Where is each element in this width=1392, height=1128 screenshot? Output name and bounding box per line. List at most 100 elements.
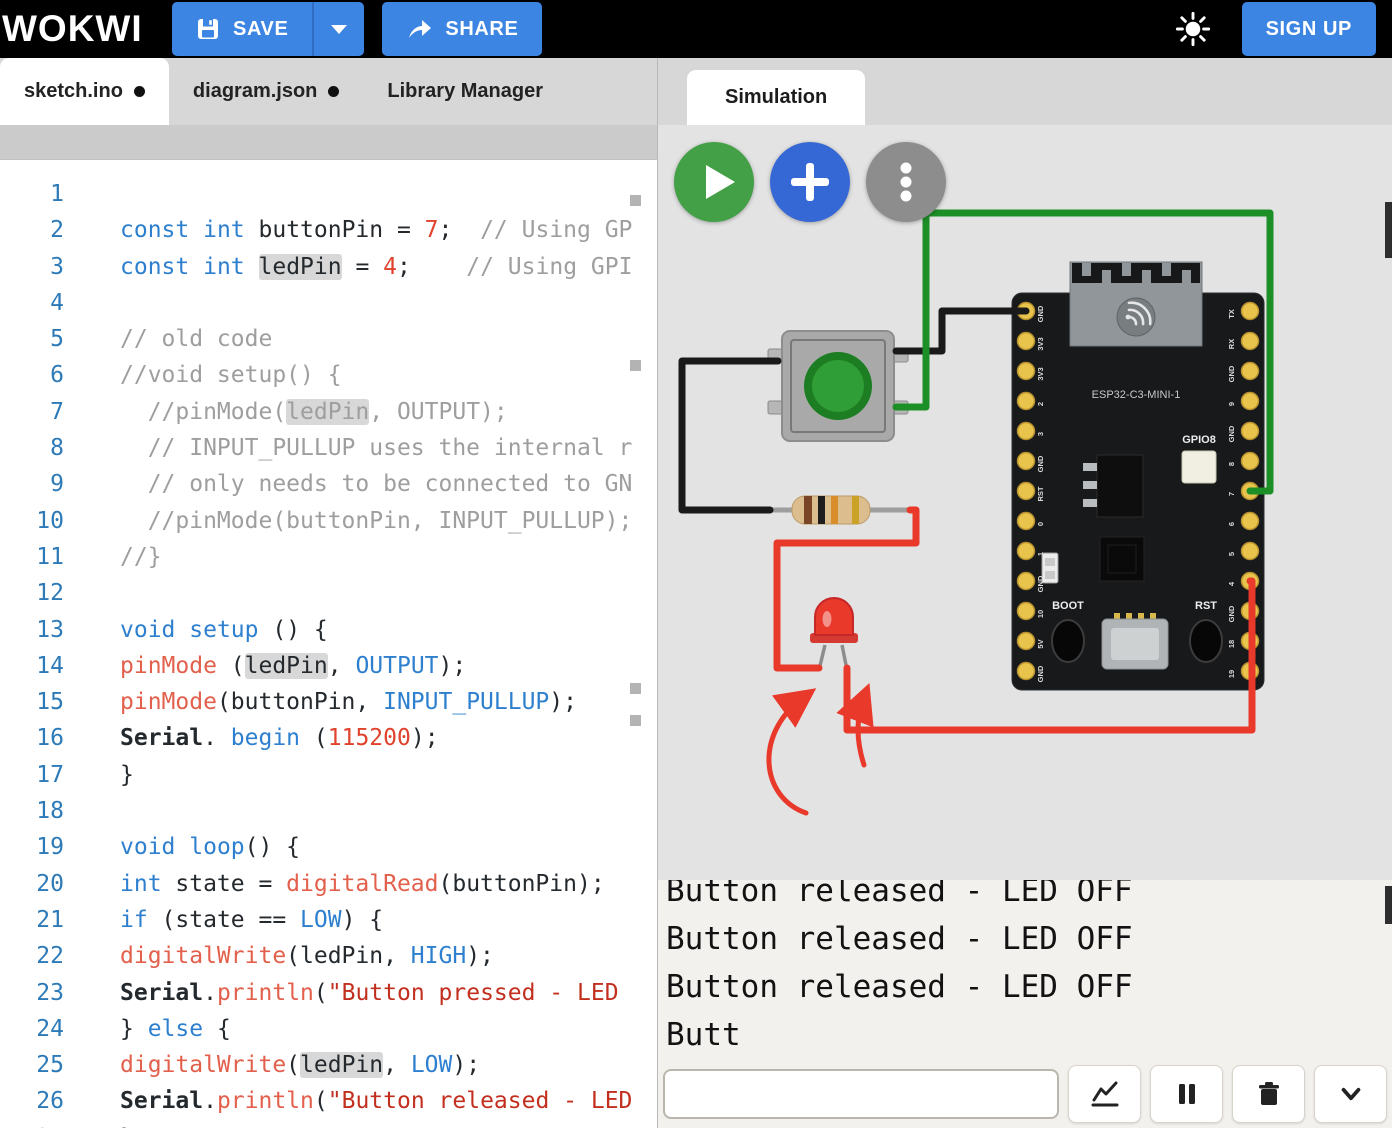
board-pin[interactable]: [1016, 481, 1036, 501]
line-chart-icon: [1091, 1081, 1118, 1107]
board-pin[interactable]: [1016, 661, 1036, 681]
line-number: 13: [36, 616, 64, 643]
code-line[interactable]: //pinMode(ledPin, OUTPUT);: [86, 394, 657, 430]
code-line[interactable]: }: [86, 1120, 657, 1128]
code-editor[interactable]: 1 2 3 4 5 6 7 8 9 10 11 12 13 14 15 16 17 18 19 20 21 22 23 24 2…: [0, 160, 657, 1128]
board-pin[interactable]: [1016, 391, 1036, 411]
code-line[interactable]: void loop() {: [86, 829, 657, 865]
share-button[interactable]: SHARE: [382, 2, 543, 56]
tab-simulation[interactable]: Simulation: [687, 70, 866, 125]
code-line[interactable]: //}: [86, 539, 657, 575]
board-pin[interactable]: [1240, 541, 1260, 561]
code-line[interactable]: if (state == LOW) {: [86, 902, 657, 938]
tab-library-manager[interactable]: Library Manager: [363, 58, 567, 125]
serial-collapse-button[interactable]: [1314, 1065, 1387, 1123]
serial-clear-button[interactable]: [1232, 1065, 1305, 1123]
wire-black-button-resistor[interactable]: [678, 357, 782, 514]
code-line[interactable]: const int ledPin = 4; // Using GPI: [86, 249, 657, 285]
simulation-canvas[interactable]: ESP32-C3-MINI-1 GPIO8 BOOT RST GND 3V3 3…: [658, 125, 1392, 880]
code-line[interactable]: digitalWrite(ledPin, LOW);: [86, 1047, 657, 1083]
overview-ruler-mark: [630, 195, 641, 206]
serial-line: Button released - LED OFF: [666, 921, 1133, 957]
tab-sketch-ino[interactable]: sketch.ino: [0, 58, 169, 125]
board-pin[interactable]: [1240, 331, 1260, 351]
board-pin[interactable]: [1016, 331, 1036, 351]
code-line[interactable]: void setup () {: [86, 612, 657, 648]
scrollbar-thumb[interactable]: [1385, 886, 1392, 924]
line-numbers: 1 2 3 4 5 6 7 8 9 10 11 12 13 14 15 16 17 18 19 20 21 22 23 24 2…: [0, 176, 86, 1128]
wire-black-button-gnd[interactable]: [892, 307, 1030, 355]
play-button[interactable]: [674, 142, 754, 222]
save-menu-button[interactable]: [312, 2, 365, 56]
code-line[interactable]: }: [86, 757, 657, 793]
board-pin[interactable]: [1016, 421, 1036, 441]
code-line[interactable]: pinMode(buttonPin, INPUT_PULLUP);: [86, 684, 657, 720]
serial-plotter-button[interactable]: [1068, 1065, 1141, 1123]
board-pin[interactable]: [1240, 301, 1260, 321]
serial-pause-button[interactable]: [1150, 1065, 1223, 1123]
serial-input[interactable]: [663, 1069, 1059, 1119]
board-pin[interactable]: [1016, 361, 1036, 381]
vertical-dots-icon: [900, 162, 912, 202]
code-line[interactable]: int state = digitalRead(buttonPin);: [86, 866, 657, 902]
board-pin[interactable]: [1016, 541, 1036, 561]
code-line[interactable]: //pinMode(buttonPin, INPUT_PULLUP);: [86, 503, 657, 539]
scrollbar-thumb[interactable]: [1385, 202, 1392, 258]
board-pin[interactable]: [1240, 421, 1260, 441]
code-line[interactable]: // old code: [86, 321, 657, 357]
modified-dot: [133, 86, 145, 97]
code-line[interactable]: } else {: [86, 1011, 657, 1047]
pin-label: 6: [1227, 522, 1236, 526]
code-line[interactable]: digitalWrite(ledPin, HIGH);: [86, 938, 657, 974]
pushbutton-cap[interactable]: [812, 360, 864, 412]
board-pin[interactable]: [1240, 511, 1260, 531]
signup-button[interactable]: SIGN UP: [1241, 2, 1376, 56]
pin-label: GND: [1036, 665, 1045, 682]
wire-red-resistor-led[interactable]: [773, 506, 920, 672]
code-line[interactable]: Serial. begin (115200);: [86, 720, 657, 756]
tab-diagram-json[interactable]: diagram.json: [169, 58, 363, 125]
plus-icon: [791, 163, 829, 201]
code-line[interactable]: pinMode (ledPin, OUTPUT);: [86, 648, 657, 684]
more-options-button[interactable]: [866, 142, 946, 222]
serial-line: Butt: [666, 1017, 741, 1053]
board-pin[interactable]: [1016, 511, 1036, 531]
line-number: 17: [36, 761, 64, 788]
code-line[interactable]: [86, 176, 657, 212]
line-number: 22: [36, 943, 64, 970]
board-pin[interactable]: [1240, 361, 1260, 381]
board-pin[interactable]: [1016, 451, 1036, 471]
board-pin[interactable]: [1240, 451, 1260, 471]
line-number: 21: [36, 906, 64, 933]
wokwi-logo[interactable]: WOKWI: [2, 8, 160, 50]
board-pin[interactable]: [1016, 571, 1036, 591]
circuit-diagram[interactable]: ESP32-C3-MINI-1 GPIO8 BOOT RST GND3V33V3…: [658, 125, 1392, 880]
code-line[interactable]: const int buttonPin = 7; // Using GP: [86, 212, 657, 248]
esp32-board[interactable]: ESP32-C3-MINI-1 GPIO8 BOOT RST GND3V33V3…: [1011, 261, 1265, 691]
board-pin[interactable]: [1016, 631, 1036, 651]
overview-ruler-mark: [630, 360, 641, 371]
code-line[interactable]: [86, 285, 657, 321]
board-pin[interactable]: [1240, 391, 1260, 411]
pin-label: 19: [1227, 670, 1236, 678]
rst-button[interactable]: [1189, 619, 1223, 663]
code-line[interactable]: //void setup() {: [86, 357, 657, 393]
code-line[interactable]: Serial.println("Button pressed - LED: [86, 975, 657, 1011]
theme-toggle-button[interactable]: [1174, 10, 1212, 48]
add-part-button[interactable]: [770, 142, 850, 222]
pushbutton[interactable]: [767, 330, 909, 442]
code-line[interactable]: Serial.println("Button released - LED: [86, 1083, 657, 1119]
line-number: 9: [50, 471, 64, 498]
led[interactable]: [810, 597, 858, 671]
code-line[interactable]: [86, 575, 657, 611]
code-lines[interactable]: const int buttonPin = 7; // Using GP cons…: [86, 176, 657, 1128]
code-line[interactable]: // INPUT_PULLUP uses the internal r: [86, 430, 657, 466]
save-button[interactable]: SAVE: [172, 2, 313, 56]
boot-button[interactable]: [1051, 619, 1085, 663]
code-line[interactable]: [86, 793, 657, 829]
pin-label: RX: [1227, 339, 1236, 349]
resistor[interactable]: [770, 495, 910, 525]
code-line[interactable]: // only needs to be connected to GN: [86, 466, 657, 502]
modified-dot: [328, 86, 340, 97]
board-pin[interactable]: [1016, 601, 1036, 621]
